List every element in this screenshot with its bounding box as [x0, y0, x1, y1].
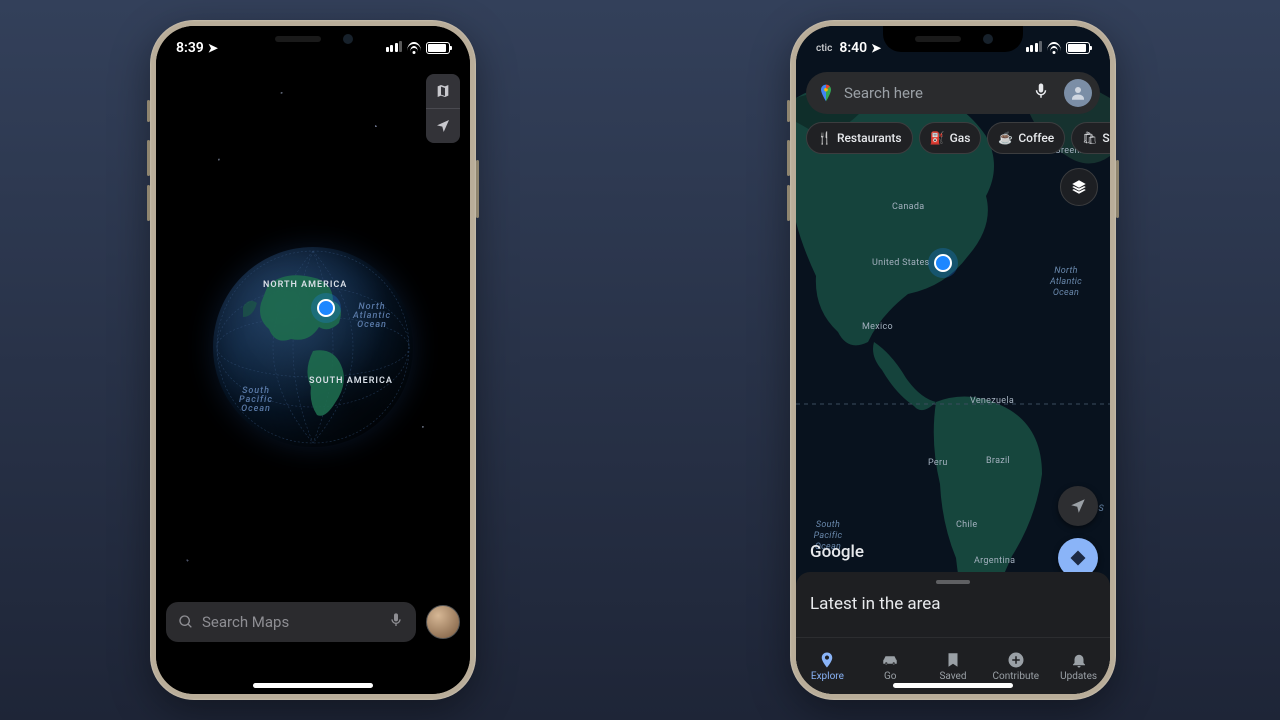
- updates-icon: [1070, 651, 1088, 669]
- home-indicator[interactable]: [893, 683, 1013, 688]
- phone-google-maps: ctic 8:40 ➤: [790, 20, 1116, 700]
- shopping-icon: 🛍: [1082, 131, 1097, 145]
- profile-avatar[interactable]: [426, 605, 460, 639]
- label-south-pacific: South Pacific Ocean: [231, 387, 281, 414]
- google-watermark: Google: [810, 542, 864, 562]
- cell-signal-icon: [1026, 40, 1043, 56]
- earth-globe[interactable]: NORTH AMERICA SOUTH AMERICA North Atlant…: [213, 247, 413, 447]
- contribute-icon: [1007, 651, 1025, 669]
- search-placeholder: Search here: [844, 84, 923, 102]
- saved-icon: [944, 651, 962, 669]
- locate-me-button[interactable]: [426, 108, 460, 143]
- label-mexico: Mexico: [862, 322, 893, 332]
- mic-icon[interactable]: [1032, 82, 1050, 104]
- label-s-marker: S: [1099, 504, 1105, 515]
- label-canada: Canada: [892, 202, 924, 212]
- label-chile: Chile: [956, 520, 977, 530]
- search-field[interactable]: Search here: [806, 72, 1100, 114]
- map-mode-button[interactable]: [426, 74, 460, 108]
- label-brazil: Brazil: [986, 456, 1010, 466]
- current-location-dot[interactable]: [317, 299, 335, 317]
- wifi-icon: [406, 42, 422, 54]
- label-north-atlantic: North Atlantic Ocean: [1038, 266, 1094, 298]
- chip-restaurants[interactable]: 🍴Restaurants: [806, 122, 913, 154]
- label-united-states: United States: [872, 258, 929, 268]
- search-icon: [178, 614, 194, 630]
- home-indicator[interactable]: [253, 683, 373, 688]
- label-argentina: Argentina: [974, 556, 1015, 566]
- explore-icon: [818, 651, 836, 669]
- bottom-sheet[interactable]: Latest in the area: [796, 572, 1110, 640]
- label-peru: Peru: [928, 458, 948, 468]
- battery-icon: [1066, 42, 1090, 54]
- location-services-icon: ➤: [208, 41, 218, 55]
- layers-button[interactable]: [1060, 168, 1098, 206]
- label-venezuela: Venezuela: [970, 396, 1014, 406]
- sheet-handle[interactable]: [936, 580, 970, 584]
- status-time: 8:40: [839, 40, 867, 56]
- label-north-america: NORTH AMERICA: [263, 281, 347, 290]
- gas-icon: ⛽: [930, 131, 945, 145]
- current-location-dot[interactable]: [934, 254, 952, 272]
- label-south-america: SOUTH AMERICA: [309, 377, 393, 386]
- restaurant-icon: 🍴: [817, 131, 832, 145]
- location-services-icon: ➤: [871, 41, 881, 55]
- sheet-title: Latest in the area: [810, 594, 1096, 614]
- status-time: 8:39: [176, 40, 204, 56]
- chip-coffee[interactable]: ☕Coffee: [987, 122, 1065, 154]
- cell-signal-icon: [386, 40, 403, 56]
- coffee-icon: ☕: [998, 131, 1013, 145]
- carrier-label: ctic: [816, 43, 832, 54]
- notch: [883, 26, 1023, 52]
- battery-icon: [426, 42, 450, 54]
- phone-apple-maps: 8:39 ➤: [150, 20, 476, 700]
- search-placeholder: Search Maps: [202, 613, 289, 631]
- map-controls: [426, 74, 460, 143]
- go-icon: [881, 651, 899, 669]
- label-north-atlantic: North Atlantic Ocean: [345, 303, 399, 330]
- search-field[interactable]: Search Maps: [166, 602, 416, 642]
- chip-gas[interactable]: ⛽Gas: [919, 122, 982, 154]
- wifi-icon: [1046, 42, 1062, 54]
- nav-updates[interactable]: Updates: [1047, 638, 1110, 694]
- locate-me-button[interactable]: [1058, 486, 1098, 526]
- account-avatar[interactable]: [1064, 79, 1092, 107]
- chip-shopping[interactable]: 🛍Shopping: [1071, 122, 1110, 154]
- nav-explore[interactable]: Explore: [796, 638, 859, 694]
- category-chips: 🍴Restaurants ⛽Gas ☕Coffee 🛍Shopping: [806, 122, 1100, 154]
- mic-icon[interactable]: [388, 612, 404, 632]
- notch: [243, 26, 383, 52]
- google-maps-pin-icon: [816, 83, 836, 103]
